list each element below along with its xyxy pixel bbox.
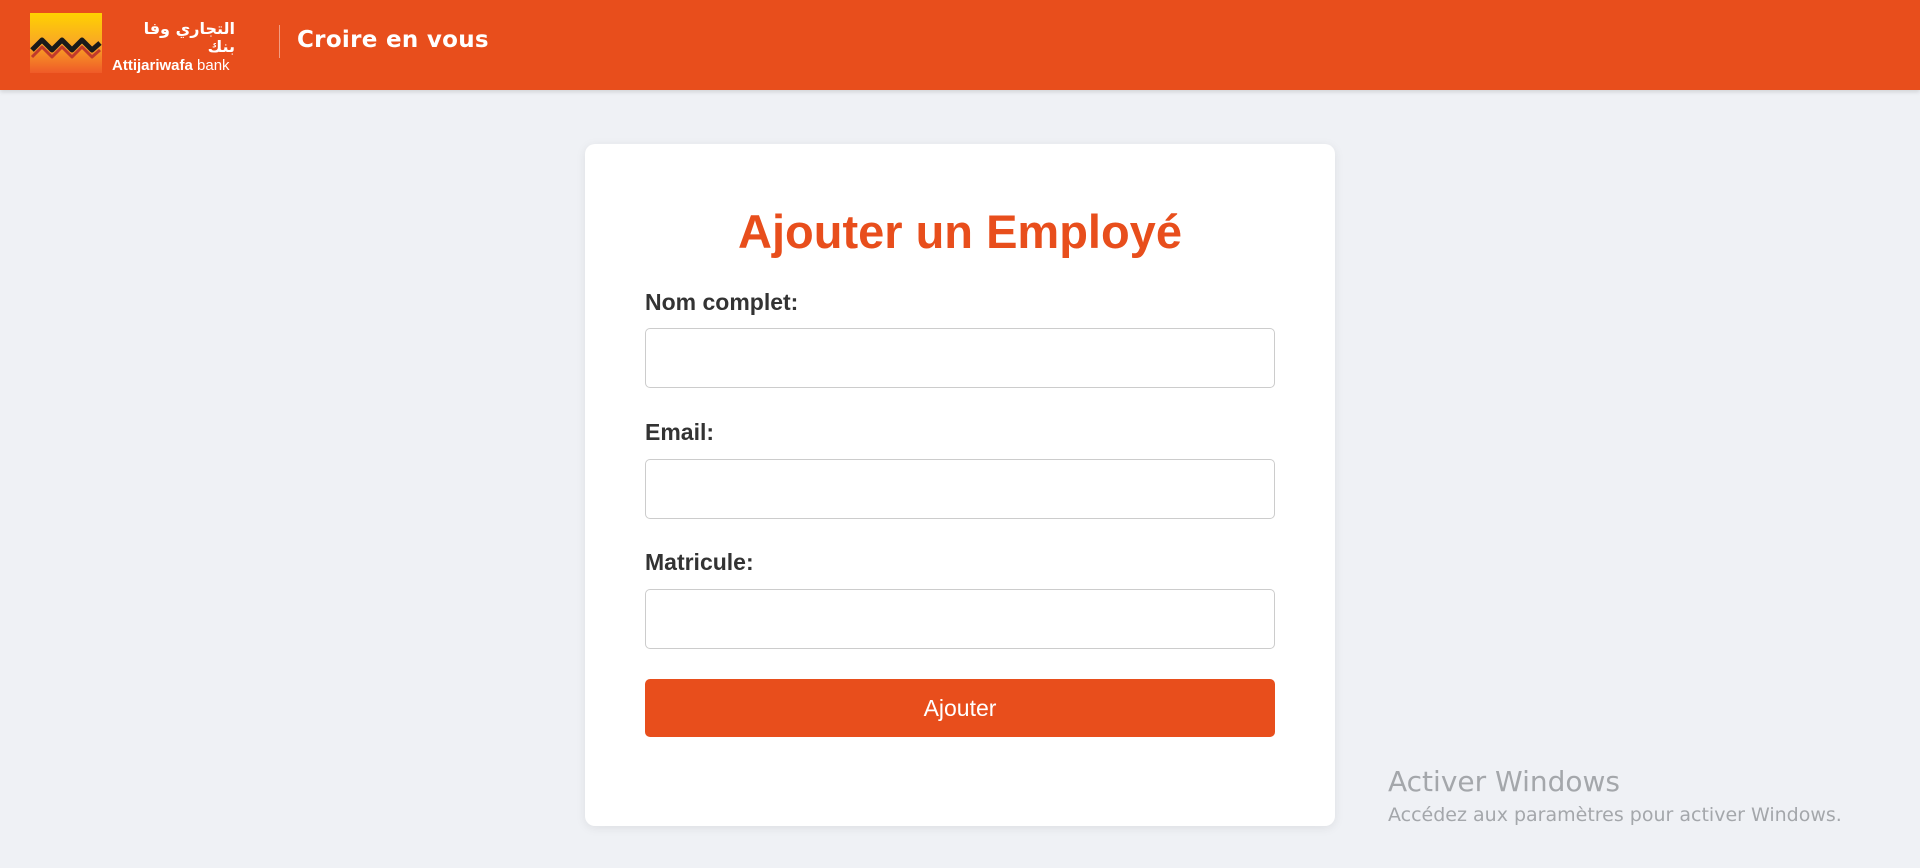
full-name-label: Nom complet: (645, 289, 799, 315)
add-employee-card: Ajouter un Employé Nom complet: Email: M… (585, 144, 1335, 826)
brand-name-regular: bank (192, 57, 230, 74)
brand-name: التجاري وفا بنك Attijariwafa bank (112, 20, 235, 76)
email-input[interactable] (645, 459, 1275, 519)
brand-name-bold: Attijariwafa (112, 57, 193, 74)
email-label: Email: (645, 419, 715, 445)
brand-name-latin: Attijariwafa bank (112, 56, 235, 76)
header-tagline: Croire en vous (297, 27, 489, 53)
watermark-subtitle: Accédez aux paramètres pour activer Wind… (1388, 804, 1842, 826)
watermark-title: Activer Windows (1388, 765, 1621, 798)
add-employee-button[interactable]: Ajouter (645, 679, 1275, 737)
employee-id-label: Matricule: (645, 549, 754, 575)
attijariwafa-logo-icon[interactable] (30, 13, 102, 73)
employee-id-input[interactable] (645, 589, 1275, 649)
brand-name-arabic: التجاري وفا بنك (143, 19, 235, 56)
full-name-input[interactable] (645, 328, 1275, 388)
form-title: Ajouter un Employé (738, 205, 1182, 258)
top-header: التجاري وفا بنك Attijariwafa bank Croire… (0, 0, 1920, 90)
windows-activation-watermark: Activer Windows Accédez aux paramètres p… (1388, 764, 1842, 828)
header-divider (279, 25, 280, 58)
